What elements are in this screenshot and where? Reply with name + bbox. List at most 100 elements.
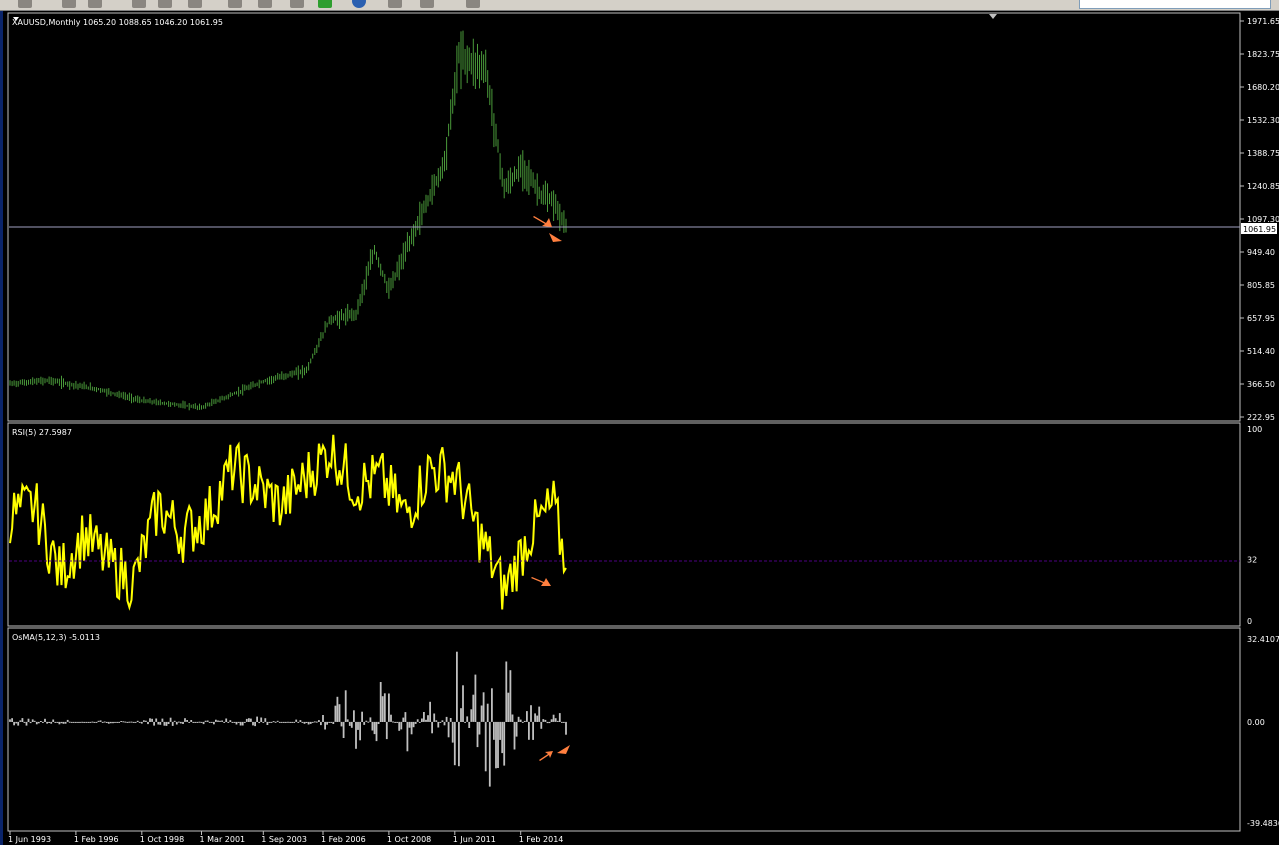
osma-bar [315,721,318,723]
osma-bar [565,721,567,735]
add-indicator-icon[interactable] [318,0,332,8]
osma-bar [554,718,557,722]
arrow-icon [533,216,552,227]
osma-bar [311,721,314,723]
chart-window[interactable]: XAUUSD,Monthly 1065.20 1088.65 1046.20 1… [4,11,1279,845]
osma-bar [375,721,378,742]
osma-bar [190,720,193,722]
symbol-search-input[interactable] [1079,0,1271,9]
osma-bar [276,720,279,722]
main-pane-frame [7,12,1241,422]
osma-bar [320,721,322,726]
osma-bar [365,720,368,722]
osma-bar [101,721,104,723]
osma-bar [110,721,112,724]
osma-bar [21,718,24,722]
folder-icon[interactable] [62,0,76,8]
osma-bar [451,721,454,743]
osma-bar [427,715,429,722]
osma-bar [42,721,44,723]
osma-bar [35,721,38,725]
osma-bar [188,721,191,723]
crosshair-icon[interactable] [466,0,480,8]
osma-bar [369,717,372,722]
osma-bar [299,720,302,722]
osma-bar [484,721,487,772]
osma-bar [107,721,110,724]
osma-bar [414,721,417,724]
new-chart-icon[interactable] [18,0,32,8]
osma-bar [268,721,271,723]
osma-bar [19,720,22,722]
rsi-line-group [9,434,567,611]
osma-bar [523,720,526,722]
osma-bar [122,721,125,723]
osma-bar [392,721,394,723]
grid-icon[interactable] [290,0,304,8]
zoom-in-icon[interactable] [132,0,146,8]
osma-bar [68,721,71,723]
osma-bar [97,720,100,722]
osma-bar [31,719,34,722]
osma-bar [548,721,551,724]
osma-bar [256,716,258,722]
osma-bar [318,720,320,722]
osma-bar [254,721,256,727]
osma-bar [9,719,11,722]
osma-axis-label: 32.4107 [1247,635,1279,644]
osma-bar [445,716,448,722]
refresh-icon[interactable] [352,0,366,8]
osma-bar [348,721,351,726]
osma-bar [474,674,477,722]
osma-pane-frame [7,627,1241,832]
osma-bar [499,721,501,740]
time-axis-label: 1 Jun 2011 [453,835,496,844]
osma-bar [550,719,553,722]
price-bars [9,30,567,411]
osma-bar [52,719,55,722]
osma-bar [167,721,170,724]
osma-bar [192,721,195,723]
osma-bar [464,721,466,723]
cursor-icon[interactable] [420,0,434,8]
zoom-out-icon[interactable] [158,0,172,8]
osma-bar [93,721,96,723]
osma-bar [289,721,291,723]
osma-bar [54,721,57,723]
osma-bar [194,721,197,723]
toolbar [0,0,1279,11]
chart-shift-icon[interactable] [989,14,997,19]
osma-bar [266,721,269,725]
osma-bar [161,718,164,722]
osma-bar [124,721,127,723]
osma-axis-label: -39.4836 [1247,819,1279,828]
osma-bar [126,721,129,723]
osma-bar [151,718,153,722]
save-icon[interactable] [88,0,102,8]
osma-bar [85,721,88,723]
osma-bar [379,682,382,722]
osma-bar [307,721,310,725]
period-separator-icon[interactable] [258,0,272,8]
time-axis-label: 1 Feb 2006 [321,835,366,844]
osma-bar [136,720,139,722]
osma-bar [293,721,296,723]
osma-bar [330,721,333,723]
image-icon[interactable] [388,0,402,8]
osma-bar [460,708,462,722]
osma-bar [470,709,473,722]
osma-bar [410,721,413,735]
osma-bar [169,717,172,722]
rsi-line [9,434,567,611]
chart-canvas[interactable]: XAUUSD,Monthly 1065.20 1088.65 1046.20 1… [4,11,1279,845]
osma-bar [37,721,40,724]
pencil-icon[interactable] [188,0,202,8]
osma-bar [227,721,230,723]
osma-bar [404,712,407,722]
osma-bar [435,720,438,722]
osma-bar [301,721,304,723]
osma-bar [519,719,522,722]
pen-icon[interactable] [228,0,242,8]
osma-bar [528,721,530,740]
osma-bar [72,721,75,723]
